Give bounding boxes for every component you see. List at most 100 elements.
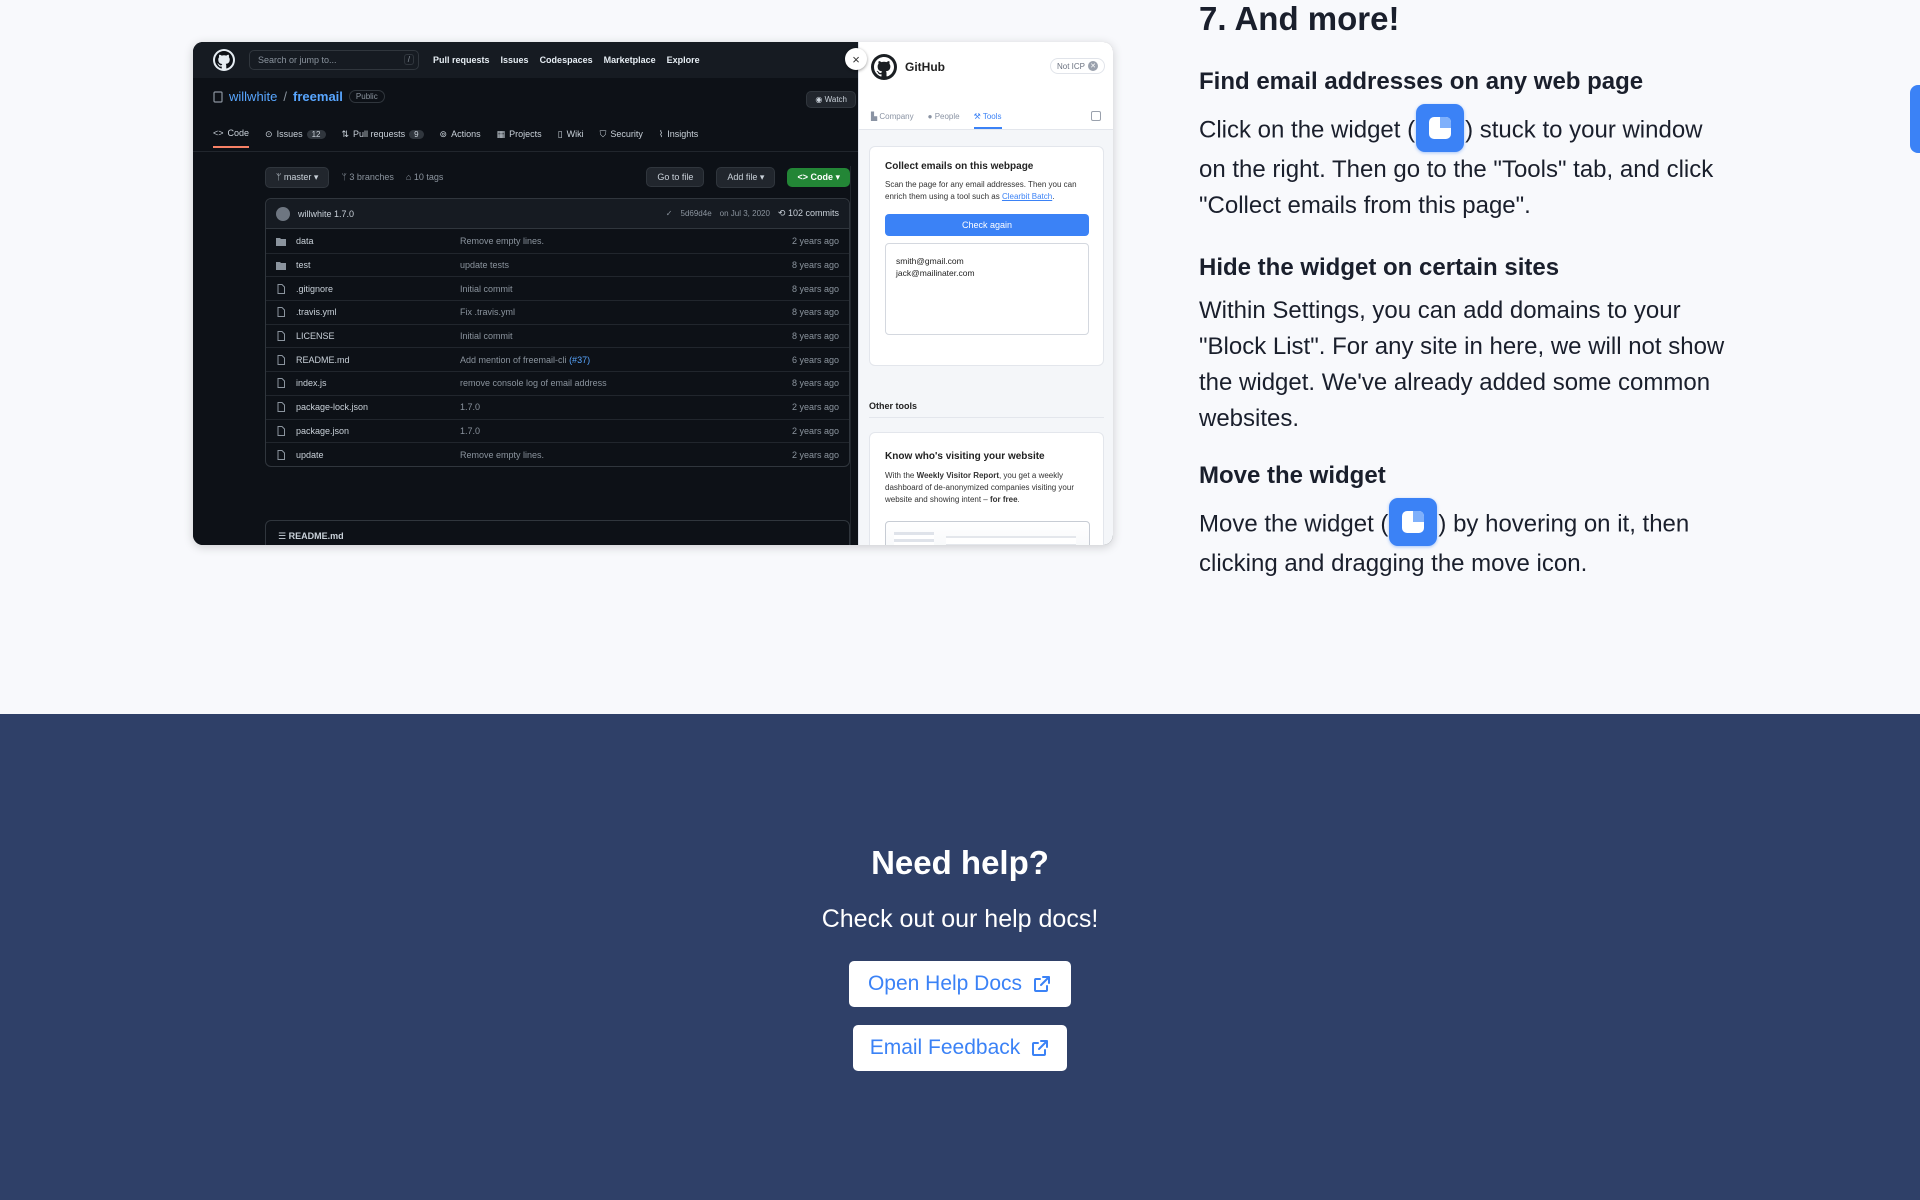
github-logo-icon[interactable]: [213, 49, 235, 71]
message-text: Remove empty lines.: [460, 449, 545, 460]
widget-icon: [1416, 104, 1465, 152]
file-name[interactable]: package.json: [296, 426, 460, 436]
commit-author[interactable]: willwhite 1.7.0: [298, 209, 354, 219]
not-icp-badge[interactable]: Not ICP ✕: [1049, 58, 1105, 74]
tab-label: Tools: [982, 112, 1002, 121]
commit-message[interactable]: Remove empty lines.: [460, 236, 792, 246]
close-widget-icon[interactable]: ×: [845, 48, 867, 70]
branch-select[interactable]: ᛘ master ▾: [265, 166, 330, 188]
tab-people[interactable]: ● People: [928, 112, 960, 129]
visitor-report-card[interactable]: Know who's visiting your website With th…: [869, 432, 1104, 545]
go-to-file-button[interactable]: Go to file: [646, 167, 705, 187]
external-link-icon[interactable]: [1091, 111, 1101, 121]
repo-separator: /: [283, 89, 288, 104]
commit-message[interactable]: Fix .travis.yml: [460, 307, 792, 317]
tab-tools[interactable]: ⚒ Tools: [973, 112, 1002, 129]
not-icp-label: Not ICP: [1056, 61, 1085, 71]
message-text: Fix .travis.yml: [460, 307, 515, 318]
file-row[interactable]: .gitignore Initial commit 8 years ago: [266, 276, 849, 300]
tab-pull-requests[interactable]: ⇅ Pull requests 9: [342, 128, 424, 148]
readme-box: ☰ README.md buildpassing: [265, 520, 850, 545]
repo-icon: [213, 90, 223, 103]
find-emails-text: Click on the widget () stuck to your win…: [1199, 104, 1729, 224]
file-name[interactable]: LICENSE: [296, 331, 460, 341]
latest-commit: willwhite 1.7.0 ✓ 5d69d4e on Jul 3, 2020…: [266, 199, 849, 229]
divider: [193, 151, 858, 152]
check-again-button[interactable]: Check again: [885, 214, 1089, 237]
file-name[interactable]: index.js: [296, 378, 460, 388]
file-row[interactable]: LICENSE Initial commit 8 years ago: [266, 323, 849, 348]
tab-security[interactable]: ⛉ Security: [600, 128, 643, 148]
commit-message[interactable]: Initial commit: [460, 284, 792, 294]
code-button[interactable]: <> Code ▾: [787, 167, 850, 187]
commit-message[interactable]: Initial commit: [460, 331, 792, 341]
tab-code[interactable]: <> Code: [213, 128, 250, 148]
file-row[interactable]: package.json 1.7.0 2 years ago: [266, 418, 849, 443]
file-row[interactable]: README.md Add mention of freemail-cli (#3…: [266, 347, 849, 371]
email-feedback-button[interactable]: Email Feedback: [853, 1025, 1067, 1071]
wrench-icon: ⚒: [973, 112, 983, 121]
clearbit-batch-link[interactable]: Clearbit Batch: [1002, 192, 1052, 201]
file-name[interactable]: data: [296, 236, 460, 246]
repo-toolbar: ᛘ master ▾ ᛘ 3 branches ⌂ 10 tags Go to …: [265, 166, 850, 188]
file-row[interactable]: .travis.yml Fix .travis.yml 8 years ago: [266, 300, 849, 324]
nav-codespaces[interactable]: Codespaces: [540, 55, 593, 65]
tab-issues[interactable]: ⊙ Issues 12: [265, 128, 326, 148]
file-name[interactable]: update: [296, 450, 460, 460]
file-name[interactable]: README.md: [296, 355, 460, 365]
file-row[interactable]: test update tests 8 years ago: [266, 252, 849, 277]
commit-message[interactable]: update tests: [460, 260, 792, 270]
tab-label: People: [934, 112, 960, 121]
commit-message[interactable]: Add mention of freemail-cli (#37): [460, 355, 792, 365]
repo-owner-link[interactable]: willwhite: [229, 89, 277, 104]
tab-projects[interactable]: ▦ Projects: [497, 128, 542, 148]
commit-message[interactable]: 1.7.0: [460, 402, 792, 412]
branches-link[interactable]: ᛘ 3 branches: [341, 172, 393, 182]
add-file-label: Add file: [727, 171, 758, 182]
external-link-icon: [1034, 976, 1051, 992]
avatar[interactable]: [276, 206, 290, 221]
message-text: Initial commit: [460, 283, 513, 294]
tutorial-screenshot: Search or jump to... / Pull requests Iss…: [193, 42, 1113, 545]
file-row[interactable]: data Remove empty lines. 2 years ago: [266, 229, 849, 253]
file-age: 2 years ago: [791, 425, 839, 436]
section-heading: 7. And more!: [1199, 0, 1400, 37]
open-help-docs-button[interactable]: Open Help Docs: [849, 961, 1071, 1007]
nav-explore[interactable]: Explore: [667, 55, 700, 65]
list-icon: ☰: [278, 531, 289, 541]
text: Click on the widget (: [1199, 116, 1416, 144]
tags-link[interactable]: ⌂ 10 tags: [406, 172, 443, 182]
message-text: Add mention of freemail-cli: [460, 354, 567, 365]
card-title: Know who's visiting your website: [885, 451, 1045, 462]
tab-wiki[interactable]: ▯ Wiki: [558, 128, 584, 148]
commit-message[interactable]: remove console log of email address: [460, 378, 792, 388]
tab-actions[interactable]: ⊚ Actions: [440, 128, 481, 148]
github-search-input[interactable]: Search or jump to... /: [249, 50, 419, 70]
nav-issues[interactable]: Issues: [501, 55, 529, 65]
tab-count: 12: [306, 129, 326, 139]
file-row[interactable]: package-lock.json 1.7.0 2 years ago: [266, 394, 849, 419]
commit-message[interactable]: Remove empty lines.: [460, 450, 792, 460]
nav-marketplace[interactable]: Marketplace: [604, 55, 656, 65]
repo-name-link[interactable]: freemail: [293, 89, 343, 104]
pull-request-icon: ⇅: [341, 128, 350, 139]
tab-insights[interactable]: ⌇ Insights: [659, 128, 698, 148]
commits-link[interactable]: ⟲ 102 commits: [778, 208, 839, 219]
emails-textarea[interactable]: smith@gmail.com jack@mailinater.com: [885, 243, 1089, 336]
file-name[interactable]: package-lock.json: [296, 402, 460, 412]
file-name[interactable]: test: [296, 260, 460, 270]
github-logo-icon: [871, 54, 897, 80]
commit-hash[interactable]: 5d69d4e: [681, 209, 712, 218]
nav-pull-requests[interactable]: Pull requests: [433, 55, 490, 65]
pr-link[interactable]: (#37): [569, 355, 590, 365]
file-name[interactable]: .travis.yml: [296, 307, 460, 317]
file-name[interactable]: .gitignore: [296, 284, 460, 294]
file-row[interactable]: index.js remove console log of email addr…: [266, 371, 849, 395]
file-age: 8 years ago: [791, 260, 839, 271]
commit-message[interactable]: 1.7.0: [460, 426, 792, 436]
widget-edge-tab[interactable]: [1910, 85, 1920, 153]
watch-button[interactable]: ◉ Watch: [806, 91, 856, 108]
file-row[interactable]: update Remove empty lines. 2 years ago: [266, 442, 849, 466]
tab-company[interactable]: ▙ Company: [871, 112, 914, 129]
add-file-button[interactable]: Add file ▾: [716, 166, 776, 188]
